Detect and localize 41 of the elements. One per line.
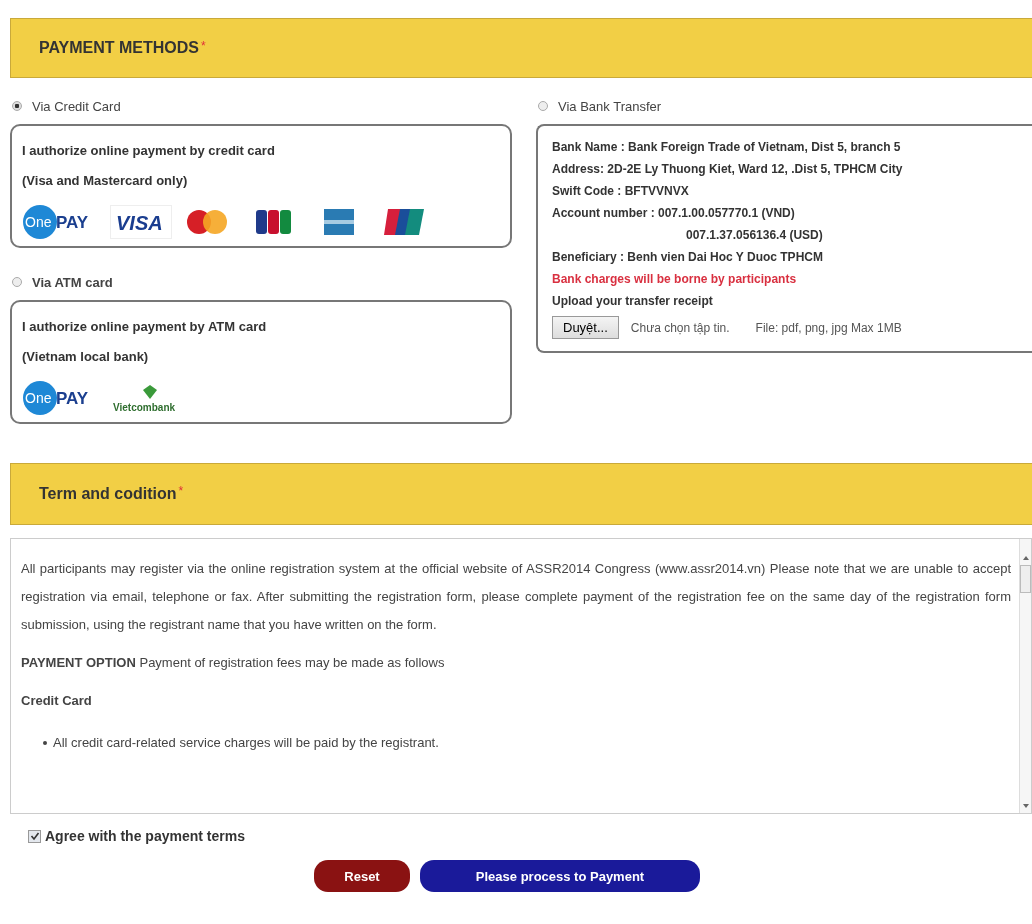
reset-button[interactable]: Reset	[314, 860, 410, 892]
bullet-icon	[43, 741, 47, 745]
bank-detail: Address: 2D-2E Ly Thuong Kiet, Ward 12, .Dist 5, TPHCM City	[552, 161, 904, 178]
bank-detail: Account number : 007.1.00.057770.1 (VND)	[552, 205, 796, 222]
bank-detail: Bank charges will be borne by participants	[552, 271, 798, 288]
terms-paragraph: All participants may register via the online registration system at the official website of ASSR2014 Congress (www.assr2014.vn) Please note that we are unable to accept registration via email, telephone or fax. After submitting the registration form, please complete payment of the registration fee on the same day of the registration form submission, using the registrant name that you have written on the form.	[21, 560, 1011, 634]
option-description: (Vietnam local bank)	[22, 348, 150, 366]
option-description: I authorize online payment by ATM card	[22, 318, 268, 336]
terms-bullet: All credit card-related service charges will be paid by the registrant.	[53, 734, 439, 752]
bank-detail: Bank Name : Bank Foreign Trade of Vietnam, Dist 5, branch 5	[552, 139, 902, 156]
scroll-up-icon[interactable]	[1020, 555, 1031, 561]
scroll-down-icon[interactable]	[1020, 803, 1031, 809]
radio-button[interactable]	[12, 101, 22, 111]
payment-button[interactable]: Please process to Payment	[420, 860, 700, 892]
required-mark: *	[178, 484, 184, 498]
terms-paragraph: PAYMENT OPTION Payment of registration fees may be made as follows	[21, 654, 446, 672]
section-title: Term and codition	[39, 485, 177, 503]
bank-detail: Beneficiary : Benh vien Dai Hoc Y Duoc TPHCM	[552, 249, 824, 266]
agree-label: Agree with the payment terms	[45, 828, 245, 844]
required-mark: *	[201, 39, 206, 53]
option-label: Via Credit Card	[32, 98, 121, 114]
onepay-logo: One PAY	[22, 204, 106, 240]
option-label: Via Bank Transfer	[558, 98, 662, 114]
radio-button[interactable]	[12, 277, 22, 287]
onepay-logo: One PAY	[22, 380, 106, 416]
bank-detail: 007.1.37.056136.4 (USD)	[685, 227, 824, 244]
option-description: (Visa and Mastercard only)	[22, 172, 189, 190]
browse-button[interactable]: Duyệt...	[552, 316, 619, 339]
checkbox[interactable]	[28, 829, 41, 843]
vietcombank-logo: Vietcombank	[110, 381, 190, 415]
section-title: PAYMENT METHODS	[39, 39, 199, 57]
radio-button[interactable]	[538, 101, 548, 111]
terms-heading: Credit Card	[21, 692, 93, 710]
bank-detail: Swift Code : BFTVVNVX	[552, 183, 690, 200]
option-description: I authorize online payment by credit card	[22, 142, 276, 160]
bank-detail: Upload your transfer receipt	[552, 293, 714, 310]
file-status: Chưa chọn tập tin.	[630, 320, 730, 335]
file-hint: File: pdf, png, jpg Max 1MB	[755, 320, 902, 335]
option-label: Via ATM card	[32, 274, 113, 290]
visa-logo: VISA	[110, 205, 172, 239]
scroll-thumb[interactable]	[1020, 565, 1031, 593]
